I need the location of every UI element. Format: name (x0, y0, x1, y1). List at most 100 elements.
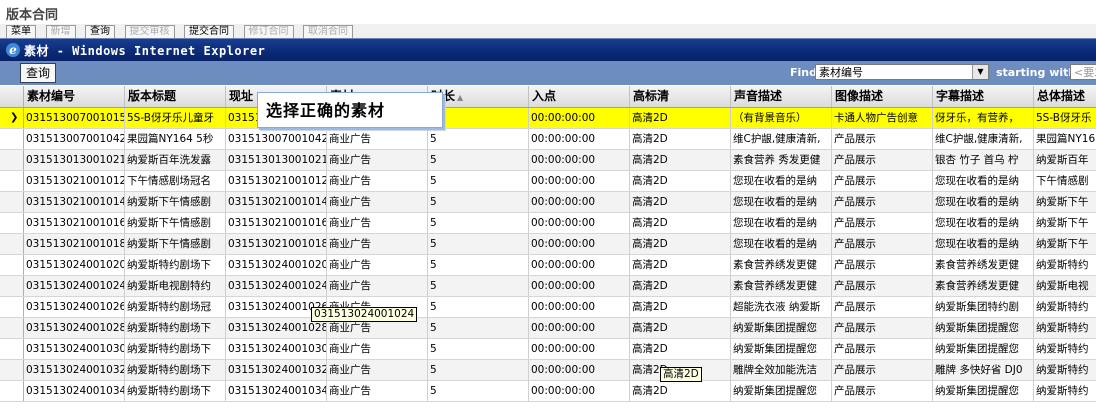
cell-version-title[interactable]: 果园篇NY164 5秒 (125, 129, 226, 149)
cell-in-point[interactable]: 00:00:00:00 (529, 213, 630, 233)
bg-cancel-contract-button[interactable]: 取消合同 (303, 25, 353, 38)
cell-audio-desc[interactable]: 超能洗衣液 纳爱斯 (731, 297, 832, 317)
cell-overall-desc[interactable]: 纳爱斯百年 (1034, 150, 1096, 170)
cell-material-type[interactable]: 商业广告 (327, 234, 428, 254)
cell-definition[interactable]: 高清2D (630, 297, 731, 317)
row-selector[interactable] (0, 150, 24, 170)
cell-overall-desc[interactable]: 纳爱斯下午 (1034, 213, 1096, 233)
column-header-material-id[interactable]: 素材编号 (24, 86, 125, 107)
cell-version-title[interactable]: 纳爱斯百年洗发露 (125, 150, 226, 170)
cell-material-id[interactable]: 031513024001030 (24, 339, 125, 359)
cell-material-id[interactable]: 031513024001032 (24, 360, 125, 380)
cell-in-point[interactable]: 00:00:00:00 (529, 381, 630, 401)
table-row[interactable]: 031513021001018 纳爱斯下午情感剧 031513021001018 商业… (0, 234, 1096, 255)
cell-in-point[interactable]: 00:00:00:00 (529, 318, 630, 338)
cell-version-title[interactable]: 纳爱斯特约剧场下 (125, 360, 226, 380)
cell-in-point[interactable]: 00:00:00:00 (529, 276, 630, 296)
cell-overall-desc[interactable]: 纳爱斯电视 (1034, 276, 1096, 296)
cell-material-id[interactable]: 031513024001024 (24, 276, 125, 296)
row-selector[interactable] (0, 339, 24, 359)
cell-duration[interactable]: 5 (428, 318, 529, 338)
cell-subtitle-desc[interactable]: 纳爱斯集团提醒您 (933, 318, 1034, 338)
cell-location[interactable]: 031513007001042 (226, 129, 327, 149)
cell-subtitle-desc[interactable]: 您现在收看的是纳 (933, 234, 1034, 254)
cell-definition[interactable]: 高清2D (630, 255, 731, 275)
cell-overall-desc[interactable]: 纳爱斯特约 (1034, 339, 1096, 359)
cell-subtitle-desc[interactable]: 素食营养绣发更健 (933, 255, 1034, 275)
cell-audio-desc[interactable]: 素食营养 秀发更健 (731, 150, 832, 170)
window-titlebar[interactable]: e 素材 - Windows Internet Explorer (0, 39, 1096, 61)
cell-image-desc[interactable]: 产品展示 (832, 129, 933, 149)
cell-subtitle-desc[interactable]: 伢牙乐，有营养， (933, 108, 1034, 128)
bg-submit-contract-button[interactable]: 提交合同 (184, 25, 234, 38)
cell-material-type[interactable]: 商业广告 (327, 255, 428, 275)
row-selector[interactable] (0, 360, 24, 380)
cell-version-title[interactable]: 纳爱斯特约剧场下 (125, 318, 226, 338)
cell-duration[interactable]: 5 (428, 234, 529, 254)
cell-definition[interactable]: 高清2D (630, 234, 731, 254)
cell-overall-desc[interactable]: 果园篇NY16 (1034, 129, 1096, 149)
table-row[interactable]: 031513024001028 纳爱斯特约剧场下 031513024001028 商业… (0, 318, 1096, 339)
cell-location[interactable]: 031513024001024 (226, 276, 327, 296)
table-row[interactable]: 031513024001020 纳爱斯特约剧场下 031513024001020 商业… (0, 255, 1096, 276)
row-selector[interactable] (0, 297, 24, 317)
cell-audio-desc[interactable]: 维C护龈,健康清新, (731, 129, 832, 149)
column-header-image-desc[interactable]: 图像描述 (832, 86, 933, 107)
cell-image-desc[interactable]: 产品展示 (832, 150, 933, 170)
cell-image-desc[interactable]: 卡通人物广告创意 (832, 108, 933, 128)
row-selector[interactable] (0, 192, 24, 212)
cell-material-type[interactable]: 商业广告 (327, 129, 428, 149)
cell-version-title[interactable]: 纳爱斯特约剧场冠 (125, 297, 226, 317)
cell-duration[interactable] (428, 108, 529, 128)
cell-image-desc[interactable]: 产品展示 (832, 318, 933, 338)
column-header-overall-desc[interactable]: 总体描述 (1034, 86, 1096, 107)
cell-audio-desc[interactable]: 您现在收看的是纳 (731, 213, 832, 233)
column-header-in-point[interactable]: 入点 (529, 86, 630, 107)
cell-subtitle-desc[interactable]: 您现在收看的是纳 (933, 192, 1034, 212)
cell-duration[interactable]: 5 (428, 360, 529, 380)
bg-query-button[interactable]: 查询 (85, 25, 115, 38)
cell-version-title[interactable]: 5S-B伢牙乐儿童牙 (125, 108, 226, 128)
cell-duration[interactable]: 5 (428, 150, 529, 170)
cell-in-point[interactable]: 00:00:00:00 (529, 339, 630, 359)
starting-with-input[interactable]: <要求> (1070, 64, 1096, 95)
table-row[interactable]: 031513021001012 下午情感剧场冠名 031513021001012 商业… (0, 171, 1096, 192)
cell-location[interactable]: 031513013001021 (226, 150, 327, 170)
table-row[interactable]: 031513007001042 果园篇NY164 5秒 03151300700104… (0, 129, 1096, 150)
cell-material-type[interactable]: 商业广告 (327, 339, 428, 359)
cell-image-desc[interactable]: 产品展示 (832, 213, 933, 233)
cell-location[interactable]: 031513021001016 (226, 213, 327, 233)
table-row[interactable]: 031513024001030 纳爱斯特约剧场下 031513024001030 商业… (0, 339, 1096, 360)
cell-audio-desc[interactable]: 素食营养绣发更健 (731, 255, 832, 275)
cell-subtitle-desc[interactable]: 纳爱斯集团提醒您 (933, 339, 1034, 359)
cell-image-desc[interactable]: 产品展示 (832, 360, 933, 380)
cell-overall-desc[interactable]: 纳爱斯特约 (1034, 381, 1096, 401)
cell-material-id[interactable]: 031513024001028 (24, 318, 125, 338)
cell-location[interactable]: 031513021001014 (226, 192, 327, 212)
cell-material-id[interactable]: 031513007001042 (24, 129, 125, 149)
cell-audio-desc[interactable]: 您现在收看的是纳 (731, 192, 832, 212)
cell-overall-desc[interactable]: 下午情感剧 (1034, 171, 1096, 191)
column-header-definition[interactable]: 高标清 (630, 86, 731, 107)
cell-image-desc[interactable]: 产品展示 (832, 381, 933, 401)
cell-definition[interactable]: 高清2D (630, 339, 731, 359)
table-row[interactable]: 031513024001024 纳爱斯电视剧特约 031513024001024 商业… (0, 276, 1096, 297)
cell-material-type[interactable]: 商业广告 (327, 171, 428, 191)
cell-location[interactable]: 031513024001030 (226, 339, 327, 359)
row-selector[interactable] (0, 276, 24, 296)
cell-version-title[interactable]: 下午情感剧场冠名 (125, 171, 226, 191)
cell-version-title[interactable]: 纳爱斯特约剧场下 (125, 339, 226, 359)
cell-audio-desc[interactable]: （有背景音乐） (731, 108, 832, 128)
cell-subtitle-desc[interactable]: 您现在收看的是纳 (933, 213, 1034, 233)
cell-image-desc[interactable]: 产品展示 (832, 255, 933, 275)
row-selector[interactable]: ❯ (0, 108, 24, 128)
cell-in-point[interactable]: 00:00:00:00 (529, 150, 630, 170)
cell-material-type[interactable]: 商业广告 (327, 360, 428, 380)
row-selector[interactable] (0, 255, 24, 275)
table-row[interactable]: 031513013001021 纳爱斯百年洗发露 031513013001021 商业… (0, 150, 1096, 171)
cell-material-id[interactable]: 031513024001034 (24, 381, 125, 401)
cell-definition[interactable]: 高清2D (630, 213, 731, 233)
bg-menu-button[interactable]: 菜单 (6, 25, 36, 38)
cell-location[interactable]: 031513024001032 (226, 360, 327, 380)
cell-location[interactable]: 031513024001020 (226, 255, 327, 275)
